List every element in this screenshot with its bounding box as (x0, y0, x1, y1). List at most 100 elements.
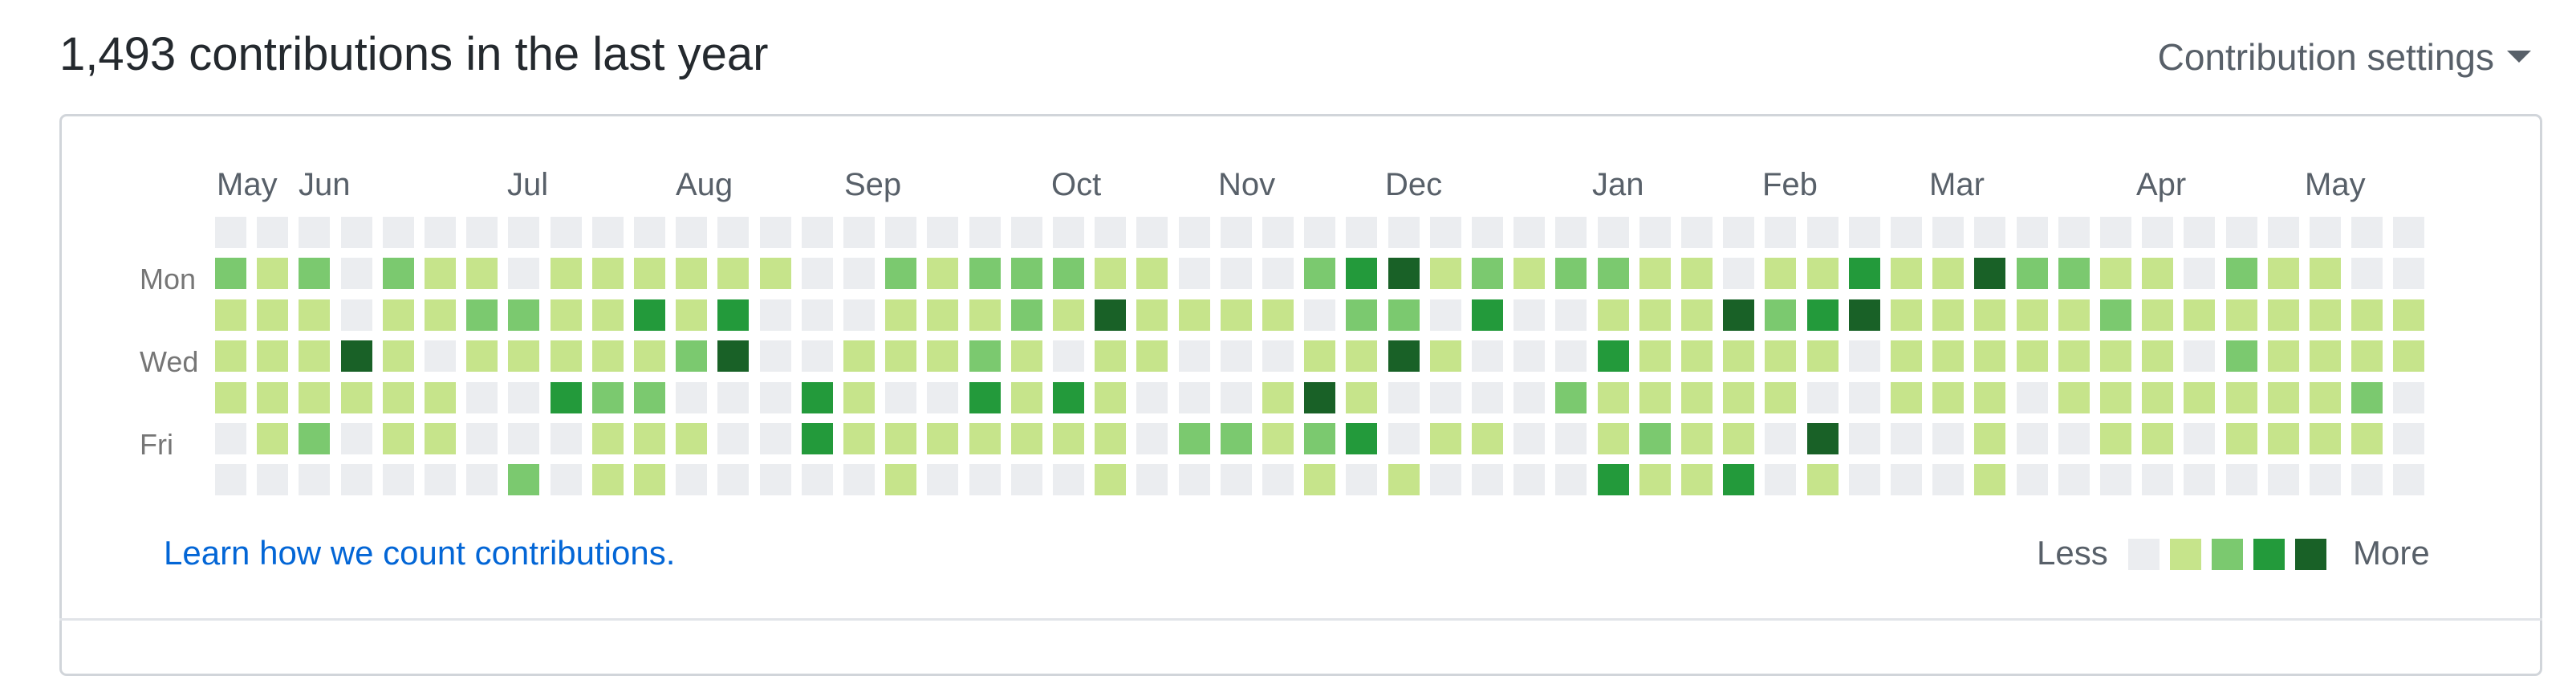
contribution-day-cell[interactable] (2351, 217, 2383, 248)
contribution-day-cell[interactable] (466, 340, 498, 372)
contribution-day-cell[interactable] (592, 382, 624, 413)
contribution-day-cell[interactable] (676, 299, 707, 331)
contribution-day-cell[interactable] (299, 258, 330, 289)
contribution-day-cell[interactable] (341, 382, 372, 413)
contribution-day-cell[interactable] (1514, 340, 1545, 372)
contribution-day-cell[interactable] (551, 423, 582, 454)
contribution-day-cell[interactable] (1095, 382, 1126, 413)
contribution-day-cell[interactable] (2100, 340, 2131, 372)
contribution-day-cell[interactable] (1221, 258, 1252, 289)
contribution-day-cell[interactable] (592, 217, 624, 248)
contribution-day-cell[interactable] (2393, 217, 2424, 248)
contribution-day-cell[interactable] (2393, 423, 2424, 454)
contribution-day-cell[interactable] (760, 340, 791, 372)
contribution-day-cell[interactable] (215, 258, 246, 289)
contribution-day-cell[interactable] (1053, 340, 1084, 372)
contribution-day-cell[interactable] (1974, 217, 2005, 248)
contribution-day-cell[interactable] (802, 423, 833, 454)
contribution-day-cell[interactable] (1262, 340, 1294, 372)
contribution-day-cell[interactable] (717, 382, 749, 413)
contribution-day-cell[interactable] (466, 258, 498, 289)
contribution-day-cell[interactable] (717, 258, 749, 289)
contribution-day-cell[interactable] (1849, 217, 1880, 248)
contribution-day-cell[interactable] (969, 299, 1001, 331)
contribution-day-cell[interactable] (1723, 299, 1754, 331)
contribution-day-cell[interactable] (1095, 340, 1126, 372)
contribution-day-cell[interactable] (1179, 217, 1210, 248)
contribution-day-cell[interactable] (1179, 340, 1210, 372)
contribution-day-cell[interactable] (927, 217, 958, 248)
contribution-day-cell[interactable] (2226, 217, 2257, 248)
contribution-day-cell[interactable] (2017, 464, 2048, 495)
contribution-day-cell[interactable] (1974, 423, 2005, 454)
contribution-day-cell[interactable] (215, 217, 246, 248)
contribution-day-cell[interactable] (1388, 299, 1420, 331)
contribution-day-cell[interactable] (717, 299, 749, 331)
contribution-day-cell[interactable] (1136, 217, 1168, 248)
contribution-day-cell[interactable] (2226, 340, 2257, 372)
contribution-day-cell[interactable] (634, 464, 665, 495)
contribution-day-cell[interactable] (2058, 340, 2090, 372)
contribution-day-cell[interactable] (1891, 258, 1922, 289)
contribution-day-cell[interactable] (1179, 464, 1210, 495)
contribution-day-cell[interactable] (843, 464, 875, 495)
contribution-day-cell[interactable] (1932, 258, 1964, 289)
contribution-day-cell[interactable] (885, 464, 916, 495)
contribution-day-cell[interactable] (341, 217, 372, 248)
contribution-day-cell[interactable] (551, 340, 582, 372)
contribution-day-cell[interactable] (802, 258, 833, 289)
contribution-day-cell[interactable] (2351, 382, 2383, 413)
contribution-day-cell[interactable] (257, 423, 288, 454)
contribution-day-cell[interactable] (299, 340, 330, 372)
contribution-day-cell[interactable] (1891, 382, 1922, 413)
contribution-day-cell[interactable] (1598, 382, 1629, 413)
contribution-day-cell[interactable] (676, 464, 707, 495)
contribution-day-cell[interactable] (1095, 464, 1126, 495)
contribution-day-cell[interactable] (1807, 464, 1839, 495)
contribution-day-cell[interactable] (1555, 464, 1587, 495)
contribution-day-cell[interactable] (1304, 299, 1335, 331)
contribution-day-cell[interactable] (2100, 258, 2131, 289)
contribution-day-cell[interactable] (1555, 258, 1587, 289)
contribution-day-cell[interactable] (215, 299, 246, 331)
contribution-day-cell[interactable] (1053, 382, 1084, 413)
contribution-day-cell[interactable] (2142, 464, 2173, 495)
contribution-day-cell[interactable] (508, 423, 539, 454)
contribution-day-cell[interactable] (843, 423, 875, 454)
contribution-day-cell[interactable] (1555, 217, 1587, 248)
contribution-day-cell[interactable] (1388, 340, 1420, 372)
contribution-day-cell[interactable] (2142, 258, 2173, 289)
contribution-day-cell[interactable] (1472, 464, 1503, 495)
contribution-day-cell[interactable] (1179, 382, 1210, 413)
contribution-day-cell[interactable] (634, 258, 665, 289)
contribution-day-cell[interactable] (1472, 382, 1503, 413)
contribution-day-cell[interactable] (1723, 340, 1754, 372)
contribution-day-cell[interactable] (551, 258, 582, 289)
contribution-day-cell[interactable] (1472, 217, 1503, 248)
contribution-day-cell[interactable] (592, 299, 624, 331)
contribution-day-cell[interactable] (969, 340, 1001, 372)
contribution-day-cell[interactable] (2017, 258, 2048, 289)
contribution-day-cell[interactable] (2310, 340, 2341, 372)
contribution-day-cell[interactable] (1807, 423, 1839, 454)
contribution-day-cell[interactable] (1472, 258, 1503, 289)
contribution-day-cell[interactable] (676, 423, 707, 454)
contribution-day-cell[interactable] (1304, 423, 1335, 454)
contribution-day-cell[interactable] (2351, 423, 2383, 454)
contribution-day-cell[interactable] (969, 423, 1001, 454)
contribution-day-cell[interactable] (299, 464, 330, 495)
contribution-day-cell[interactable] (1681, 258, 1713, 289)
contribution-day-cell[interactable] (551, 217, 582, 248)
contribution-day-cell[interactable] (1974, 340, 2005, 372)
contribution-day-cell[interactable] (1681, 382, 1713, 413)
contribution-day-cell[interactable] (508, 217, 539, 248)
contribution-day-cell[interactable] (1555, 340, 1587, 372)
contribution-day-cell[interactable] (969, 464, 1001, 495)
contribution-day-cell[interactable] (2393, 340, 2424, 372)
contribution-day-cell[interactable] (1639, 423, 1671, 454)
contribution-day-cell[interactable] (1346, 464, 1377, 495)
contribution-day-cell[interactable] (760, 423, 791, 454)
contribution-day-cell[interactable] (1807, 340, 1839, 372)
contribution-day-cell[interactable] (299, 217, 330, 248)
contribution-day-cell[interactable] (1514, 382, 1545, 413)
